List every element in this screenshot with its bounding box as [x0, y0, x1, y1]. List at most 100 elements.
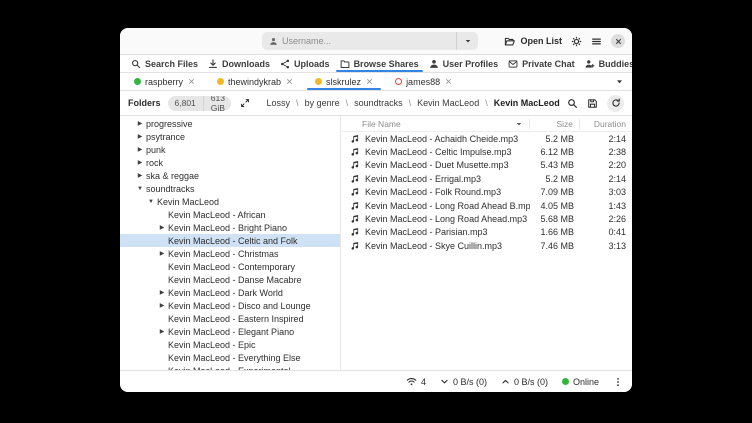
- file-row[interactable]: Kevin MacLeod - Long Road Ahead.mp35.68 …: [341, 212, 632, 225]
- tree-item[interactable]: ▶Kevin MacLeod - Bright Piano: [120, 221, 340, 234]
- upload-rate[interactable]: 0 B/s (0): [501, 377, 548, 387]
- tab-private-chat[interactable]: Private Chat: [503, 55, 580, 72]
- kebab-menu-icon[interactable]: [613, 377, 623, 387]
- expander-collapsed-icon[interactable]: ▶: [156, 303, 168, 309]
- user-tab-thewindykrab[interactable]: thewindykrab: [208, 73, 302, 90]
- tree-item-label: Kevin MacLeod - Dark World: [168, 288, 283, 298]
- breadcrumb-item[interactable]: soundtracks: [354, 98, 403, 108]
- tree-item[interactable]: Kevin MacLeod - Contemporary: [120, 260, 340, 273]
- user-tab-james88[interactable]: james88: [386, 73, 461, 90]
- wifi-icon: [406, 376, 417, 387]
- close-window-button[interactable]: [611, 34, 625, 48]
- expander-collapsed-icon[interactable]: ▶: [134, 173, 146, 179]
- tab-uploads[interactable]: Uploads: [275, 55, 335, 72]
- tab-downloads[interactable]: Downloads: [203, 55, 275, 72]
- file-duration: 3:03: [580, 187, 632, 197]
- tab-search-files[interactable]: Search Files: [126, 55, 203, 72]
- tree-item[interactable]: ▶psytrance: [120, 130, 340, 143]
- file-row[interactable]: Kevin MacLeod - Folk Round.mp37.09 MB3:0…: [341, 186, 632, 199]
- breadcrumb-item[interactable]: Kevin MacLeod: [417, 98, 479, 108]
- music-note-icon: [350, 160, 360, 170]
- expander-collapsed-icon[interactable]: ▶: [134, 134, 146, 140]
- breadcrumb-current[interactable]: Kevin MacLeod - Celtic and Folk: [494, 98, 560, 108]
- close-tab-icon[interactable]: [445, 78, 452, 85]
- folders-label: Folders: [128, 98, 161, 108]
- file-size: 6.12 MB: [530, 147, 580, 157]
- breadcrumb-item[interactable]: Kevin MacLeod - Celtic and Folk: [494, 98, 560, 108]
- tree-item[interactable]: ▼Kevin MacLeod: [120, 195, 340, 208]
- status-away-icon: [315, 78, 322, 85]
- search-folder-icon[interactable]: [567, 98, 578, 109]
- expander-expanded-icon[interactable]: ▼: [134, 186, 146, 192]
- refresh-icon: [611, 98, 621, 108]
- file-row[interactable]: Kevin MacLeod - Parisian.mp31.66 MB0:41: [341, 226, 632, 239]
- tree-item-label: Kevin MacLeod - Christmas: [168, 249, 279, 259]
- expander-collapsed-icon[interactable]: ▶: [134, 147, 146, 153]
- file-list-pane: File Name Size Duration Kevin MacLeod - …: [341, 116, 632, 370]
- user-tab-slskrulez[interactable]: slskrulez: [306, 73, 382, 90]
- file-row[interactable]: Kevin MacLeod - Celtic Impulse.mp36.12 M…: [341, 145, 632, 158]
- tab-overflow-caret-icon[interactable]: [615, 73, 624, 90]
- tree-item[interactable]: ▼soundtracks: [120, 182, 340, 195]
- connection-count[interactable]: 4: [406, 376, 426, 387]
- file-row[interactable]: Kevin MacLeod - Achaidh Cheide.mp35.2 MB…: [341, 132, 632, 145]
- expander-collapsed-icon[interactable]: ▶: [156, 290, 168, 296]
- tree-item-label: Kevin MacLeod - Celtic and Folk: [168, 236, 298, 246]
- username-input[interactable]: [278, 36, 456, 46]
- tree-item[interactable]: Kevin MacLeod - Danse Macabre: [120, 273, 340, 286]
- file-duration: 1:43: [580, 201, 632, 211]
- tab-buddies[interactable]: Buddies: [580, 55, 632, 72]
- tree-item[interactable]: Kevin MacLeod - Celtic and Folk: [120, 234, 340, 247]
- folder-count-badge: 6,801: [168, 96, 203, 111]
- file-name: Kevin MacLeod - Achaidh Cheide.mp3: [365, 134, 518, 144]
- close-tab-icon[interactable]: [188, 78, 195, 85]
- expander-expanded-icon[interactable]: ▼: [145, 199, 157, 205]
- file-row[interactable]: Kevin MacLeod - Errigal.mp35.2 MB2:14: [341, 172, 632, 185]
- settings-gear-icon[interactable]: [571, 36, 582, 47]
- breadcrumb-separator: \: [296, 98, 299, 108]
- tree-item[interactable]: Kevin MacLeod - Epic: [120, 338, 340, 351]
- breadcrumb-separator: \: [485, 98, 488, 108]
- open-list-button[interactable]: Open List: [504, 36, 562, 47]
- chevron-down-icon: [440, 377, 449, 386]
- column-header-size[interactable]: Size: [530, 119, 580, 129]
- tree-item[interactable]: ▶rock: [120, 156, 340, 169]
- close-tab-icon[interactable]: [286, 78, 293, 85]
- tree-item[interactable]: Kevin MacLeod - Eastern Inspired: [120, 312, 340, 325]
- tree-item[interactable]: ▶Kevin MacLeod - Christmas: [120, 247, 340, 260]
- username-combo[interactable]: [262, 32, 478, 50]
- chevron-up-icon: [501, 377, 510, 386]
- username-dropdown-button[interactable]: [456, 32, 478, 50]
- tree-item[interactable]: ▶progressive: [120, 117, 340, 130]
- breadcrumb-item[interactable]: Lossy: [267, 98, 291, 108]
- breadcrumb-item[interactable]: by genre: [305, 98, 340, 108]
- tree-item[interactable]: ▶Kevin MacLeod - Disco and Lounge: [120, 299, 340, 312]
- tree-item[interactable]: ▶Kevin MacLeod - Dark World: [120, 286, 340, 299]
- file-row[interactable]: Kevin MacLeod - Skye Cuillin.mp37.46 MB3…: [341, 239, 632, 252]
- user-tab-raspberry[interactable]: raspberry: [125, 73, 204, 90]
- expander-collapsed-icon[interactable]: ▶: [156, 251, 168, 257]
- tab-user-profiles[interactable]: User Profiles: [424, 55, 504, 72]
- tree-item[interactable]: ▶punk: [120, 143, 340, 156]
- expander-collapsed-icon[interactable]: ▶: [156, 225, 168, 231]
- file-row[interactable]: Kevin MacLeod - Duet Musette.mp35.43 MB2…: [341, 159, 632, 172]
- tab-browse-shares[interactable]: Browse Shares: [335, 55, 424, 72]
- download-rate[interactable]: 0 B/s (0): [440, 377, 487, 387]
- tree-item[interactable]: ▶ska & reggae: [120, 169, 340, 182]
- column-header-duration[interactable]: Duration: [580, 119, 632, 129]
- expander-collapsed-icon[interactable]: ▶: [134, 121, 146, 127]
- file-row[interactable]: Kevin MacLeod - Long Road Ahead B.mp34.0…: [341, 199, 632, 212]
- refresh-button[interactable]: [607, 95, 624, 112]
- expander-collapsed-icon[interactable]: ▶: [156, 329, 168, 335]
- tree-item[interactable]: ▶Kevin MacLeod - Elegant Piano: [120, 325, 340, 338]
- column-header-file-name[interactable]: File Name: [341, 119, 530, 129]
- file-name: Kevin MacLeod - Parisian.mp3: [365, 227, 488, 237]
- save-list-icon[interactable]: [587, 98, 598, 109]
- tree-item[interactable]: Kevin MacLeod - African: [120, 208, 340, 221]
- online-status[interactable]: Online: [562, 377, 599, 387]
- expander-collapsed-icon[interactable]: ▶: [134, 160, 146, 166]
- hamburger-menu-icon[interactable]: [591, 36, 602, 47]
- close-tab-icon[interactable]: [366, 78, 373, 85]
- expand-icon[interactable]: [240, 98, 250, 108]
- tree-item[interactable]: Kevin MacLeod - Everything Else: [120, 351, 340, 364]
